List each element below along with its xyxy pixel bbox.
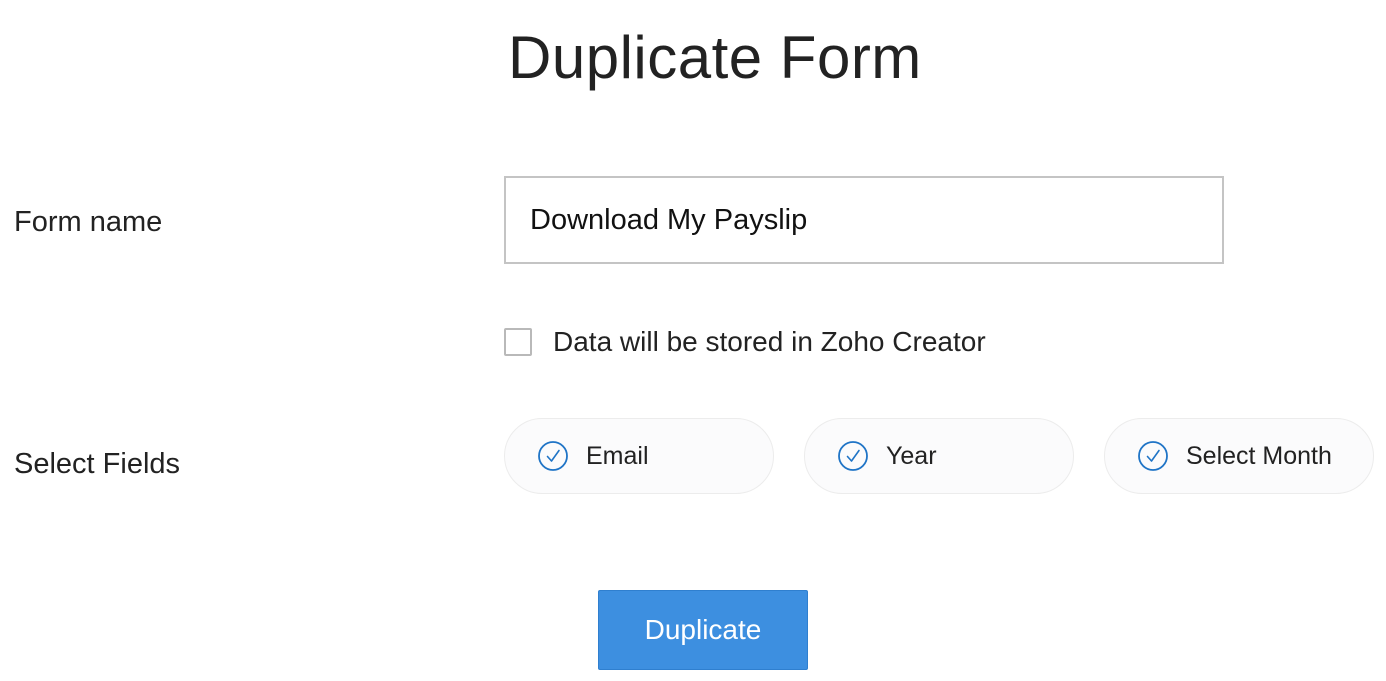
field-chip-select-month[interactable]: Select Month	[1104, 418, 1374, 494]
form-name-label: Form name	[14, 206, 163, 238]
check-circle-icon	[1138, 441, 1168, 471]
form-name-input[interactable]	[504, 176, 1224, 264]
field-chip-label: Select Month	[1186, 441, 1332, 470]
storage-checkbox-label: Data will be stored in Zoho Creator	[553, 326, 986, 357]
field-chip-year[interactable]: Year	[804, 418, 1074, 494]
duplicate-button[interactable]: Duplicate	[598, 590, 808, 670]
check-circle-icon	[538, 441, 568, 471]
storage-option-row: Data will be stored in Zoho Creator	[504, 322, 986, 362]
field-chip-label: Year	[886, 441, 937, 470]
field-chip-email[interactable]: Email	[504, 418, 774, 494]
page-title: Duplicate Form	[508, 24, 922, 91]
field-chip-label: Email	[586, 441, 649, 470]
storage-checkbox[interactable]	[504, 328, 532, 356]
check-circle-icon	[838, 441, 868, 471]
duplicate-form-page: Duplicate Form Form name Data will be st…	[0, 0, 1386, 681]
select-fields-label: Select Fields	[14, 448, 181, 480]
